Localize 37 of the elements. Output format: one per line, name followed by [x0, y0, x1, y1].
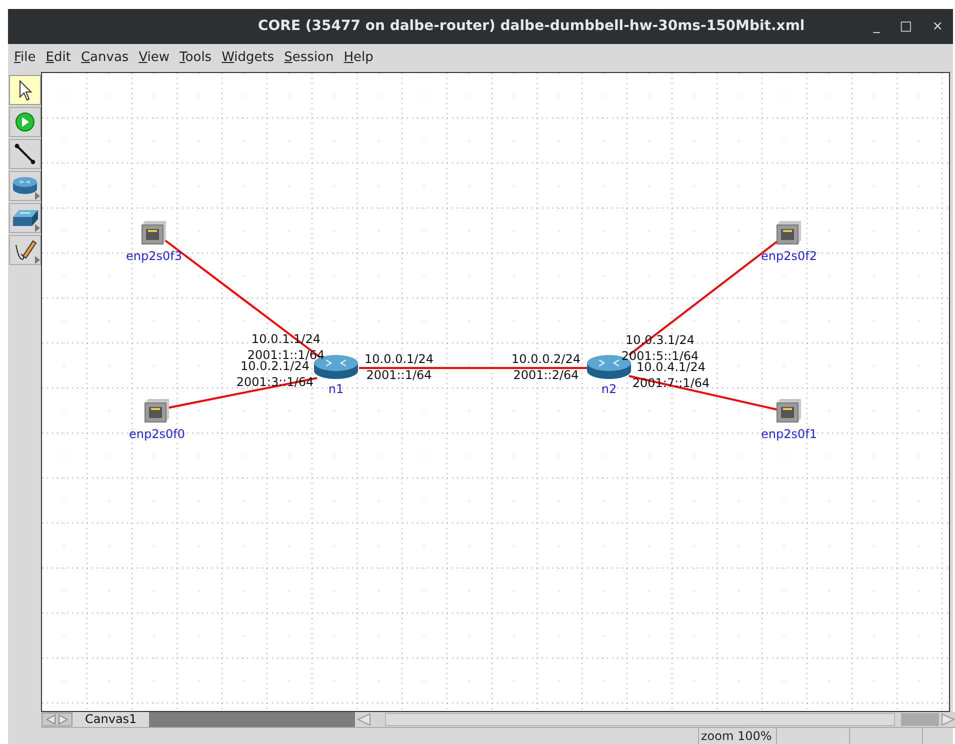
- menu-item[interactable]: Canvas: [80, 48, 129, 68]
- scroll-thumb[interactable]: [901, 713, 939, 726]
- interface-address: 10.0.0.1/24: [364, 352, 434, 366]
- close-button[interactable]: ×: [932, 16, 943, 36]
- minimize-button[interactable]: _: [873, 16, 880, 36]
- menu-item[interactable]: Widgets: [222, 48, 274, 68]
- tool-button[interactable]: [9, 139, 41, 169]
- menu-item[interactable]: Session: [284, 48, 334, 68]
- interface-address: 2001::2/64: [513, 368, 579, 382]
- menu-item[interactable]: Help: [344, 48, 374, 68]
- tool-button[interactable]: [9, 235, 41, 265]
- tab-scroll-icon[interactable]: [41, 712, 73, 727]
- menu-item[interactable]: Tools: [180, 48, 212, 68]
- zoom-level: zoom 100%: [701, 728, 772, 744]
- window-title: CORE (35477 on dalbe-router) dalbe-dumbbell-hw-30ms-150Mbit.xml: [258, 17, 805, 36]
- interface-address: 10.0.0.2/24: [512, 352, 580, 366]
- menu-item[interactable]: Edit: [46, 48, 71, 68]
- horizontal-scrollbar[interactable]: [355, 712, 955, 727]
- node-label: n2: [601, 382, 617, 396]
- ethernet-port-icon[interactable]: [144, 399, 169, 422]
- tool-button[interactable]: [9, 75, 41, 105]
- interface-address: 10.0.4.1/24: [636, 360, 706, 374]
- menu-item[interactable]: View: [138, 48, 170, 68]
- ethernet-port-icon[interactable]: [776, 399, 801, 422]
- node-label: enp2s0f1: [761, 427, 817, 441]
- interface-address: 10.0.2.1/24: [240, 359, 310, 373]
- ethernet-port-icon[interactable]: [142, 221, 166, 244]
- tool-button[interactable]: [9, 203, 41, 233]
- node-label: enp2s0f0: [129, 427, 185, 441]
- maximize-button[interactable]: □: [900, 16, 912, 36]
- menu-item[interactable]: File: [14, 48, 36, 68]
- node-label: enp2s0f3: [126, 249, 182, 263]
- node-label: n1: [328, 382, 344, 396]
- interface-address: 2001::1/64: [366, 368, 432, 382]
- interface-address: 2001:5::1/64: [621, 349, 699, 363]
- ethernet-port-icon[interactable]: [776, 221, 801, 244]
- node-label: enp2s0f2: [761, 249, 817, 263]
